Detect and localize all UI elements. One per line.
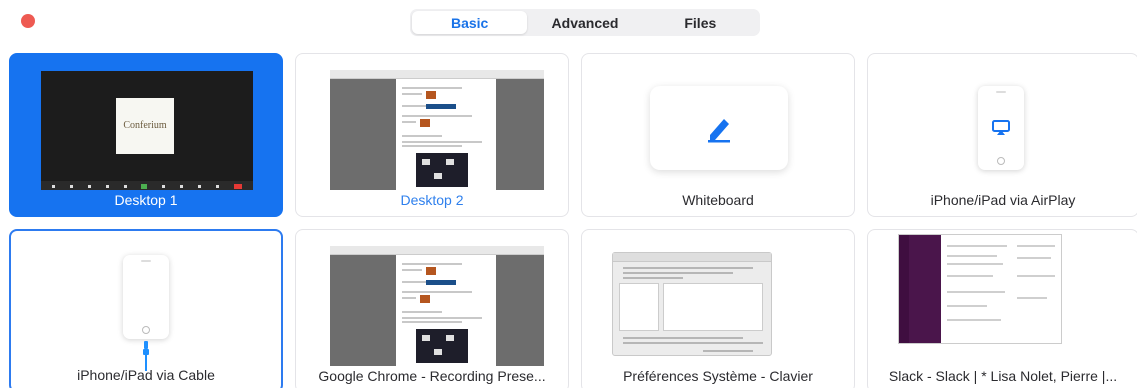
share-option-desktop-1[interactable]: Conferium Desktop 1: [9, 53, 283, 217]
iphone-airplay-thumbnail: [978, 86, 1024, 170]
desktop-2-thumbnail: [322, 68, 544, 190]
share-option-slack[interactable]: Slack - Slack | * Lisa Nolet, Pierre |..…: [867, 229, 1137, 388]
pen-icon: [708, 119, 730, 143]
whiteboard-thumbnail: [650, 86, 788, 170]
whiteboard-label: Whiteboard: [682, 192, 754, 208]
share-option-chrome[interactable]: Google Chrome - Recording Prese...: [295, 229, 569, 388]
prefs-thumbnail: [612, 252, 772, 356]
share-tabs: Basic Advanced Files: [410, 9, 760, 36]
tab-basic[interactable]: Basic: [412, 11, 528, 34]
tab-advanced[interactable]: Advanced: [527, 11, 642, 34]
airplay-icon: [992, 120, 1010, 135]
chrome-thumbnail: [322, 244, 544, 366]
share-option-prefs[interactable]: Préférences Système - Clavier: [581, 229, 855, 388]
desktop-2-label: Desktop 2: [400, 192, 464, 208]
prefs-label: Préférences Système - Clavier: [623, 368, 813, 384]
desktop-1-label: Desktop 1: [114, 192, 178, 208]
iphone-cable-thumbnail: [123, 255, 169, 339]
slack-label: Slack - Slack | * Lisa Nolet, Pierre |..…: [888, 368, 1118, 384]
share-option-desktop-2[interactable]: Desktop 2: [295, 53, 569, 217]
desktop-1-thumbnail: Conferium: [36, 68, 258, 190]
chrome-label: Google Chrome - Recording Prese...: [318, 368, 546, 384]
share-option-airplay[interactable]: iPhone/iPad via AirPlay: [867, 53, 1137, 217]
slack-thumbnail: [898, 234, 1062, 344]
close-window-button[interactable]: [21, 14, 35, 28]
conferium-logo: Conferium: [116, 98, 174, 154]
share-option-cable[interactable]: iPhone/iPad via Cable: [9, 229, 283, 388]
share-option-whiteboard[interactable]: Whiteboard: [581, 53, 855, 217]
cable-label: iPhone/iPad via Cable: [77, 367, 215, 383]
airplay-label: iPhone/iPad via AirPlay: [930, 192, 1076, 208]
tab-files[interactable]: Files: [643, 11, 758, 34]
